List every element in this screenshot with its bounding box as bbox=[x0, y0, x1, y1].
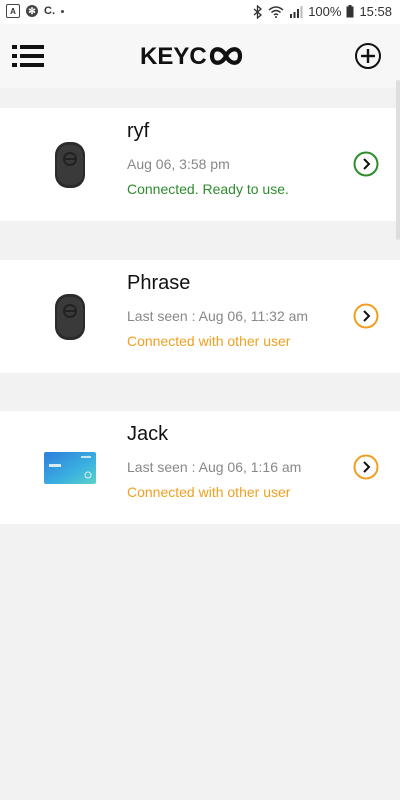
svg-text:KEYC: KEYC bbox=[140, 43, 207, 70]
status-time: 15:58 bbox=[359, 4, 392, 19]
keyco-logo: KEYC bbox=[140, 38, 260, 74]
device-thumbnail bbox=[40, 130, 100, 200]
device-item-jack[interactable]: Jack Last seen : Aug 06, 1:16 am Connect… bbox=[0, 411, 400, 524]
app-screen: A ✻ C. 100% 15:58 KEYC ryf Aug 06, 3:58 … bbox=[0, 0, 400, 800]
device-thumbnail bbox=[40, 282, 100, 352]
device-last-seen: Last seen : Aug 06, 1:16 am bbox=[127, 459, 302, 475]
open-device-button[interactable] bbox=[353, 454, 379, 480]
chevron-right-circle-icon bbox=[353, 454, 379, 480]
app-header: KEYC bbox=[0, 24, 400, 88]
keyco-card-image bbox=[44, 452, 96, 484]
keyco-tag-image bbox=[55, 142, 85, 188]
open-device-button[interactable] bbox=[353, 151, 379, 177]
add-device-button[interactable] bbox=[354, 42, 382, 70]
status-bar: A ✻ C. 100% 15:58 bbox=[0, 0, 400, 24]
device-name: Phrase bbox=[127, 272, 191, 294]
device-item-ryf[interactable]: ryf Aug 06, 3:58 pm Connected. Ready to … bbox=[0, 108, 400, 221]
signal-icon bbox=[290, 5, 303, 18]
device-last-seen: Aug 06, 3:58 pm bbox=[127, 156, 230, 172]
device-item-phrase[interactable]: Phrase Last seen : Aug 06, 11:32 am Conn… bbox=[0, 260, 400, 373]
device-status: Connected with other user bbox=[127, 484, 291, 500]
bluetooth-icon bbox=[253, 4, 263, 19]
chevron-right-circle-icon bbox=[353, 151, 379, 177]
device-last-seen: Last seen : Aug 06, 11:32 am bbox=[127, 308, 309, 324]
device-name: Jack bbox=[127, 423, 169, 445]
a-icon: A bbox=[6, 4, 20, 18]
device-status: Connected. Ready to use. bbox=[127, 181, 289, 197]
plus-circle-icon bbox=[355, 43, 381, 69]
scroll-indicator[interactable] bbox=[396, 80, 400, 240]
device-name: ryf bbox=[127, 120, 150, 142]
dot-icon bbox=[61, 9, 64, 13]
status-right-icons: 100% 15:58 bbox=[253, 4, 392, 19]
chevron-right-circle-icon bbox=[353, 303, 379, 329]
wifi-icon bbox=[268, 5, 284, 18]
status-c-text: C. bbox=[44, 5, 55, 17]
status-left-icons: A ✻ C. bbox=[6, 4, 64, 18]
device-thumbnail bbox=[40, 433, 100, 503]
keyco-tag-image bbox=[55, 294, 85, 340]
hamburger-menu-icon bbox=[12, 45, 44, 67]
battery-percent: 100% bbox=[308, 4, 342, 19]
open-device-button[interactable] bbox=[353, 303, 379, 329]
settings-circle-icon: ✻ bbox=[26, 5, 38, 17]
device-status: Connected with other user bbox=[127, 333, 291, 349]
menu-button[interactable] bbox=[12, 44, 44, 70]
keyco-logo-image: KEYC bbox=[140, 43, 243, 70]
battery-icon bbox=[346, 5, 354, 18]
